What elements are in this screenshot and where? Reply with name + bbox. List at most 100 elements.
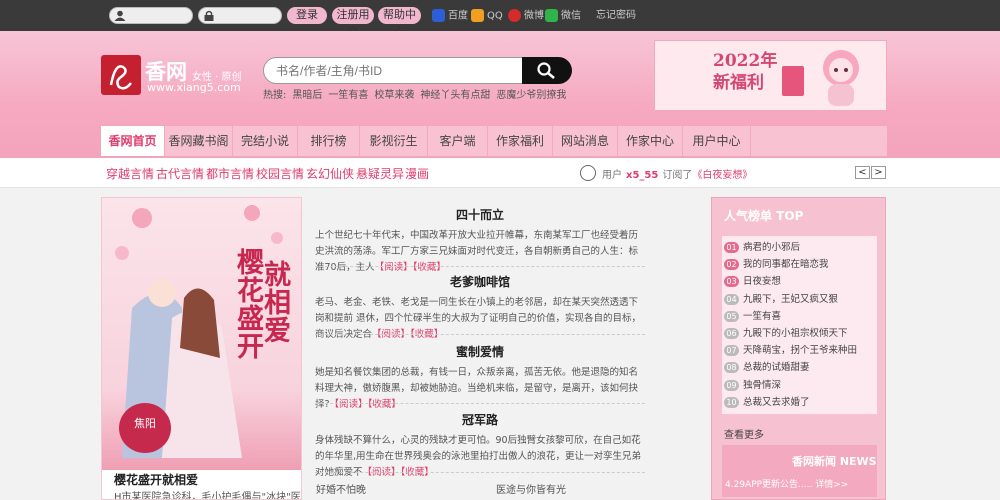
news-box: 香网新闻 NEWS 4.29APP更新公告..... 详情>> — [722, 445, 877, 497]
search-icon — [537, 62, 555, 79]
logo-icon[interactable] — [101, 55, 141, 95]
ranking-item[interactable]: 03 日夜妄想 — [724, 273, 877, 290]
top-bar: 登录 注册用户 帮助中心 百度 QQ 微博 微信 忘记密码 — [0, 0, 1000, 38]
tab-completed[interactable]: 完结小说 — [233, 126, 298, 156]
read-link[interactable]: 【阅读】 — [375, 262, 413, 273]
hot-term[interactable]: 一笙有喜 — [328, 90, 368, 101]
username-input[interactable] — [109, 7, 193, 24]
lock-icon — [204, 10, 214, 21]
read-link[interactable]: 【阅读】 — [330, 399, 368, 410]
book-link[interactable]: 医途与你皆有光 — [496, 481, 566, 496]
ranking-item[interactable]: 05 一笙有喜 — [724, 308, 877, 325]
item-title[interactable]: 冠军路 — [315, 411, 645, 428]
ranking-item[interactable]: 07 天降萌宝，拐个王爷来种田 — [724, 342, 877, 359]
prev-arrow-icon[interactable]: < — [855, 166, 870, 179]
news-item[interactable]: 4.29APP更新公告..... 详情>> — [725, 477, 848, 490]
hot-term[interactable]: 黑暗后 — [292, 90, 322, 101]
cover-title-right: 就相爱 — [259, 260, 290, 344]
search-button[interactable] — [522, 57, 572, 84]
next-arrow-icon[interactable]: > — [871, 166, 886, 179]
logo-url: www.xiang5.com — [147, 81, 241, 94]
category-link[interactable]: 穿越言情 — [106, 165, 154, 182]
ranking-item[interactable]: 09 独骨情深 — [724, 377, 877, 394]
activity-ticker: 用户 x5_55 订阅了《白夜妄想》 — [580, 165, 752, 183]
tab-client[interactable]: 客户端 — [428, 126, 488, 156]
item-body: 上个世纪七十年代末，中国改革开放大业拉开帷幕，东南某军工厂也经受着历史洪流的荡涤… — [315, 230, 639, 273]
mascot-icon — [823, 50, 859, 106]
ticker-user[interactable]: x5_55 — [626, 170, 658, 181]
popularity-ranking: 人气榜单 TOP 01 病君的小邪后 02 我的同事都在暗恋我 03 日夜妄想 04 九… — [711, 197, 886, 500]
gift-box-icon — [782, 66, 804, 96]
ranking-item[interactable]: 01 病君的小邪后 — [724, 239, 877, 256]
ranking-item[interactable]: 08 总裁的试婚甜妻 — [724, 359, 877, 376]
list-item: 冠军路 身体残缺不算什么，心灵的残缺才更可怕。90后独臂女孩黎可欣，在自己如花的… — [315, 411, 645, 481]
see-more-link[interactable]: 查看更多 — [724, 426, 764, 441]
featured-book[interactable]: 樱花盛开 就相爱 焦阳 樱花盛开就相爱 H市某医院急诊科，毛小护毛偶与"冰块"医… — [101, 197, 302, 500]
book-link[interactable]: 好婚不怕晚 — [316, 481, 366, 496]
category-link[interactable]: 悬疑灵异 — [356, 165, 404, 182]
ranking-item[interactable]: 06 九殿下的小祖宗权倾天下 — [724, 325, 877, 342]
forgot-password-link[interactable]: 忘记密码 — [596, 9, 636, 22]
divider — [315, 472, 645, 473]
tab-library[interactable]: 香网藏书阁 — [165, 126, 233, 156]
hot-term[interactable]: 恶魔少爷别撩我 — [496, 90, 566, 101]
item-body: 她是知名餐饮集团的总裁，有钱一日，众叛亲离，孤苦无依。他是退隐的知名料理大神，傲… — [315, 367, 639, 410]
divider — [315, 334, 645, 335]
item-title[interactable]: 老爹咖啡馆 — [315, 273, 645, 290]
recommend-list: 四十而立 上个世纪七十年代末，中国改革开放大业拉开帷幕，东南某军工厂也经受着历史… — [315, 197, 645, 500]
weibo-icon — [508, 9, 521, 22]
category-link[interactable]: 都市言情 — [206, 165, 254, 182]
hot-term[interactable]: 神经丫头有点甜 — [420, 90, 490, 101]
author-badge: 焦阳 — [119, 403, 171, 453]
promo-banner[interactable]: 2022年 新福利 — [654, 40, 887, 111]
favorite-link[interactable]: 【收藏】 — [368, 399, 401, 410]
register-button[interactable]: 注册用户 — [332, 7, 374, 38]
category-link[interactable]: 玄幻仙侠 — [306, 165, 354, 182]
divider — [315, 266, 645, 267]
wechat-icon — [545, 9, 558, 22]
divider — [315, 403, 645, 404]
ranking-list: 01 病君的小邪后 02 我的同事都在暗恋我 03 日夜妄想 04 九殿下，王妃又疯又狠… — [722, 236, 877, 414]
item-title[interactable]: 蜜制爱情 — [315, 343, 645, 360]
qq-icon — [471, 9, 484, 22]
book-description: H市某医院急诊科，毛小护毛偶与"冰块"医生韩 — [114, 492, 302, 500]
category-link[interactable]: 漫画 — [405, 165, 429, 182]
tab-ranking[interactable]: 排行榜 — [298, 126, 360, 156]
nav-filler — [751, 126, 887, 156]
banner-line2: 新福利 — [713, 73, 764, 93]
ranking-item[interactable]: 02 我的同事都在暗恋我 — [724, 256, 877, 273]
user-icon — [114, 10, 126, 21]
list-item: 老爹咖啡馆 老马、老金、老铁、老戈是一同生长在小镇上的老邻居，却在某天突然透透下… — [315, 273, 645, 343]
tab-film[interactable]: 影视衍生 — [360, 126, 428, 156]
hot-term[interactable]: 校草来袭 — [374, 90, 414, 101]
wechat-login[interactable]: 微信 — [545, 9, 581, 23]
category-link[interactable]: 古代言情 — [156, 165, 204, 182]
login-button[interactable]: 登录 — [287, 7, 327, 24]
ranking-item[interactable]: 10 总裁又去求婚了 — [724, 394, 877, 411]
search-input[interactable] — [263, 57, 523, 84]
tab-site-news[interactable]: 网站消息 — [553, 126, 618, 156]
favorite-link[interactable]: 【收藏】 — [413, 262, 446, 273]
tab-author-benefits[interactable]: 作家福利 — [488, 126, 553, 156]
item-body: 老马、老金、老铁、老戈是一同生长在小镇上的老邻居，却在某天突然透透下岗和提前 退… — [315, 297, 642, 340]
speaker-icon — [580, 165, 596, 181]
item-title[interactable]: 四十而立 — [315, 206, 645, 223]
main-nav: 香网首页 香网藏书阁 完结小说 排行榜 影视衍生 客户端 作家福利 网站消息 作… — [101, 126, 887, 156]
ticker-book[interactable]: 《白夜妄想》 — [692, 170, 752, 181]
tab-user-center[interactable]: 用户中心 — [683, 126, 751, 156]
tab-author-center[interactable]: 作家中心 — [618, 126, 683, 156]
category-bar: 穿越言情 古代言情 都市言情 校园言情 玄幻仙侠 悬疑灵异 漫画 用户 x5_55… — [0, 158, 1000, 188]
baidu-icon — [432, 9, 445, 22]
help-center-button[interactable]: 帮助中心 — [378, 7, 421, 38]
baidu-login[interactable]: 百度 — [432, 9, 468, 23]
hot-search: 热搜: 黑暗后 一笙有喜 校草来袭 神经丫头有点甜 恶魔少爷别撩我 — [263, 90, 567, 101]
weibo-login[interactable]: 微博 — [508, 9, 544, 23]
ranking-item[interactable]: 04 九殿下，王妃又疯又狠 — [724, 291, 877, 308]
password-input[interactable] — [198, 7, 282, 24]
item-body: 身体残缺不算什么，心灵的残缺才更可怕。90后独臂女孩黎可欣，在自己如花的年华里,… — [315, 435, 642, 478]
news-title: 香网新闻 NEWS — [792, 455, 877, 468]
category-link[interactable]: 校园言情 — [256, 165, 304, 182]
qq-login[interactable]: QQ — [471, 9, 503, 23]
tab-home[interactable]: 香网首页 — [101, 126, 165, 156]
book-title[interactable]: 樱花盛开就相爱 — [114, 471, 198, 488]
